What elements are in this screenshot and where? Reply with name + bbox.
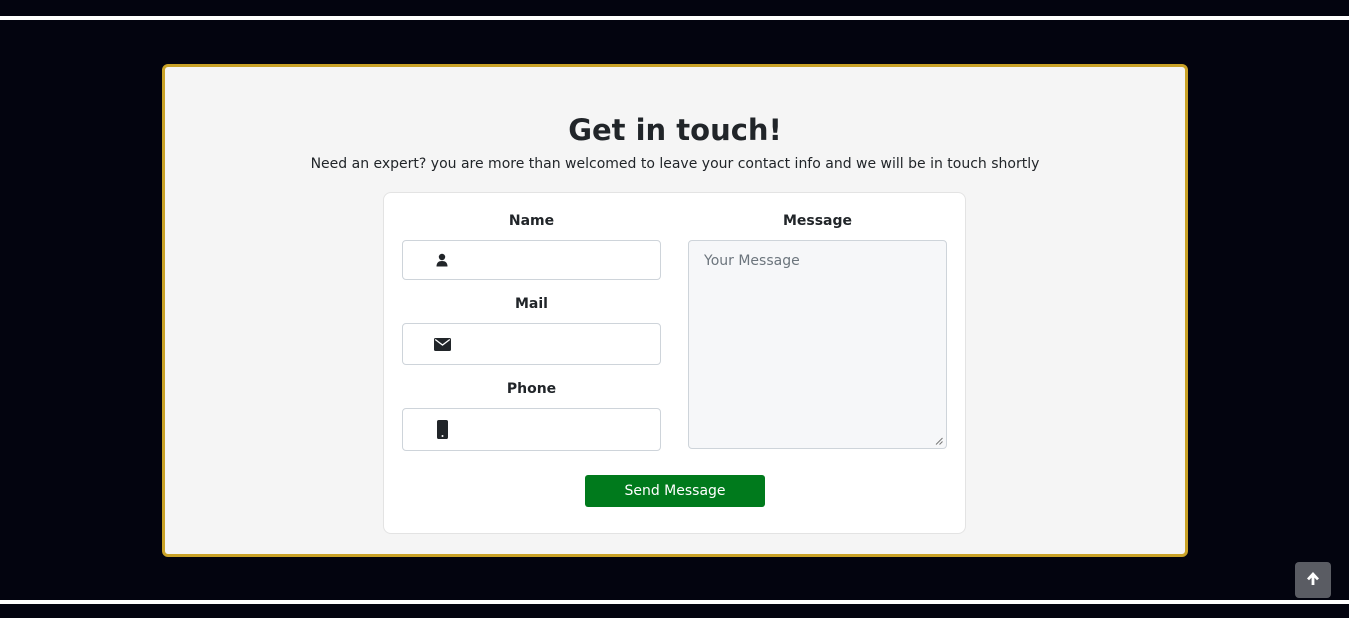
scroll-to-top-button[interactable] <box>1295 562 1331 598</box>
send-message-button[interactable]: Send Message <box>585 475 765 507</box>
mail-field[interactable] <box>402 323 661 366</box>
user-icon <box>433 251 451 269</box>
name-input[interactable] <box>461 241 655 281</box>
resize-handle-icon[interactable] <box>935 437 943 445</box>
name-label: Name <box>508 213 555 229</box>
message-field[interactable] <box>688 240 947 449</box>
message-input[interactable] <box>689 241 946 448</box>
phone-input[interactable] <box>461 409 655 452</box>
phone-label: Phone <box>506 381 557 397</box>
footer-strip <box>0 604 1349 618</box>
message-label: Message <box>782 213 853 229</box>
arrow-up-icon <box>1306 571 1320 590</box>
contact-form: Name Mail Phone Message Your Message Sen… <box>383 192 966 534</box>
envelope-icon <box>433 335 451 353</box>
mail-input[interactable] <box>461 324 655 366</box>
contact-section: Get in touch! Need an expert? you are mo… <box>162 64 1188 557</box>
page-title: Get in touch! <box>568 113 782 147</box>
top-divider <box>0 16 1349 20</box>
page-subtitle: Need an expert? you are more than welcom… <box>310 156 1040 172</box>
mail-label: Mail <box>515 296 548 312</box>
phone-field[interactable] <box>402 408 661 452</box>
mobile-phone-icon <box>433 420 451 439</box>
name-field[interactable] <box>402 240 661 281</box>
